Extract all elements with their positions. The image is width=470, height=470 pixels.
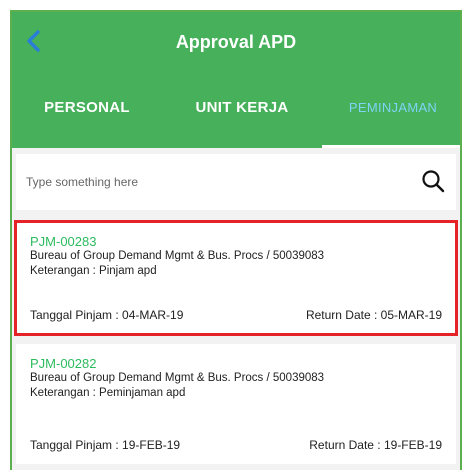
search-bar: [16, 154, 456, 210]
loan-id: PJM-00283: [30, 234, 97, 249]
loan-org: Bureau of Group Demand Mgmt & Bus. Procs…: [30, 372, 325, 384]
loan-tanggal-pinjam: Tanggal Pinjam : 04-MAR-19: [30, 308, 184, 322]
loan-id: PJM-00282: [30, 356, 97, 371]
loan-dates: Tanggal Pinjam : 04-MAR-19 Return Date :…: [30, 308, 442, 322]
loan-keterangan: Keterangan : Pinjam apd: [30, 265, 157, 277]
loan-return-date: Return Date : 05-MAR-19: [305, 308, 442, 322]
content-area: PJM-00283 Bureau of Group Demand Mgmt & …: [12, 148, 460, 470]
app-header: Approval APD: [12, 12, 460, 72]
search-input[interactable]: [26, 170, 386, 194]
loan-card[interactable]: PJM-00282 Bureau of Group Demand Mgmt & …: [16, 344, 456, 464]
loan-return-date: Return Date : 19-FEB-19: [309, 438, 442, 452]
tab-personal[interactable]: PERSONAL: [12, 72, 162, 148]
loan-keterangan: Keterangan : Peminjaman apd: [30, 387, 186, 399]
tab-peminjaman[interactable]: PEMINJAMAN: [322, 72, 460, 148]
tab-unit-kerja[interactable]: UNIT KERJA: [162, 72, 322, 148]
loan-dates: Tanggal Pinjam : 19-FEB-19 Return Date :…: [30, 438, 442, 452]
search-button[interactable]: [420, 168, 446, 194]
tab-bar: PERSONAL UNIT KERJA PEMINJAMAN: [12, 72, 460, 148]
loan-org: Bureau of Group Demand Mgmt & Bus. Procs…: [30, 250, 325, 262]
search-icon: [422, 170, 445, 193]
page-title: Approval APD: [175, 32, 297, 52]
loan-tanggal-pinjam: Tanggal Pinjam : 19-FEB-19: [30, 438, 181, 452]
app-frame: Approval APD PERSONAL UNIT KERJA PEMINJA…: [10, 10, 462, 470]
loan-card[interactable]: PJM-00283 Bureau of Group Demand Mgmt & …: [14, 220, 458, 336]
